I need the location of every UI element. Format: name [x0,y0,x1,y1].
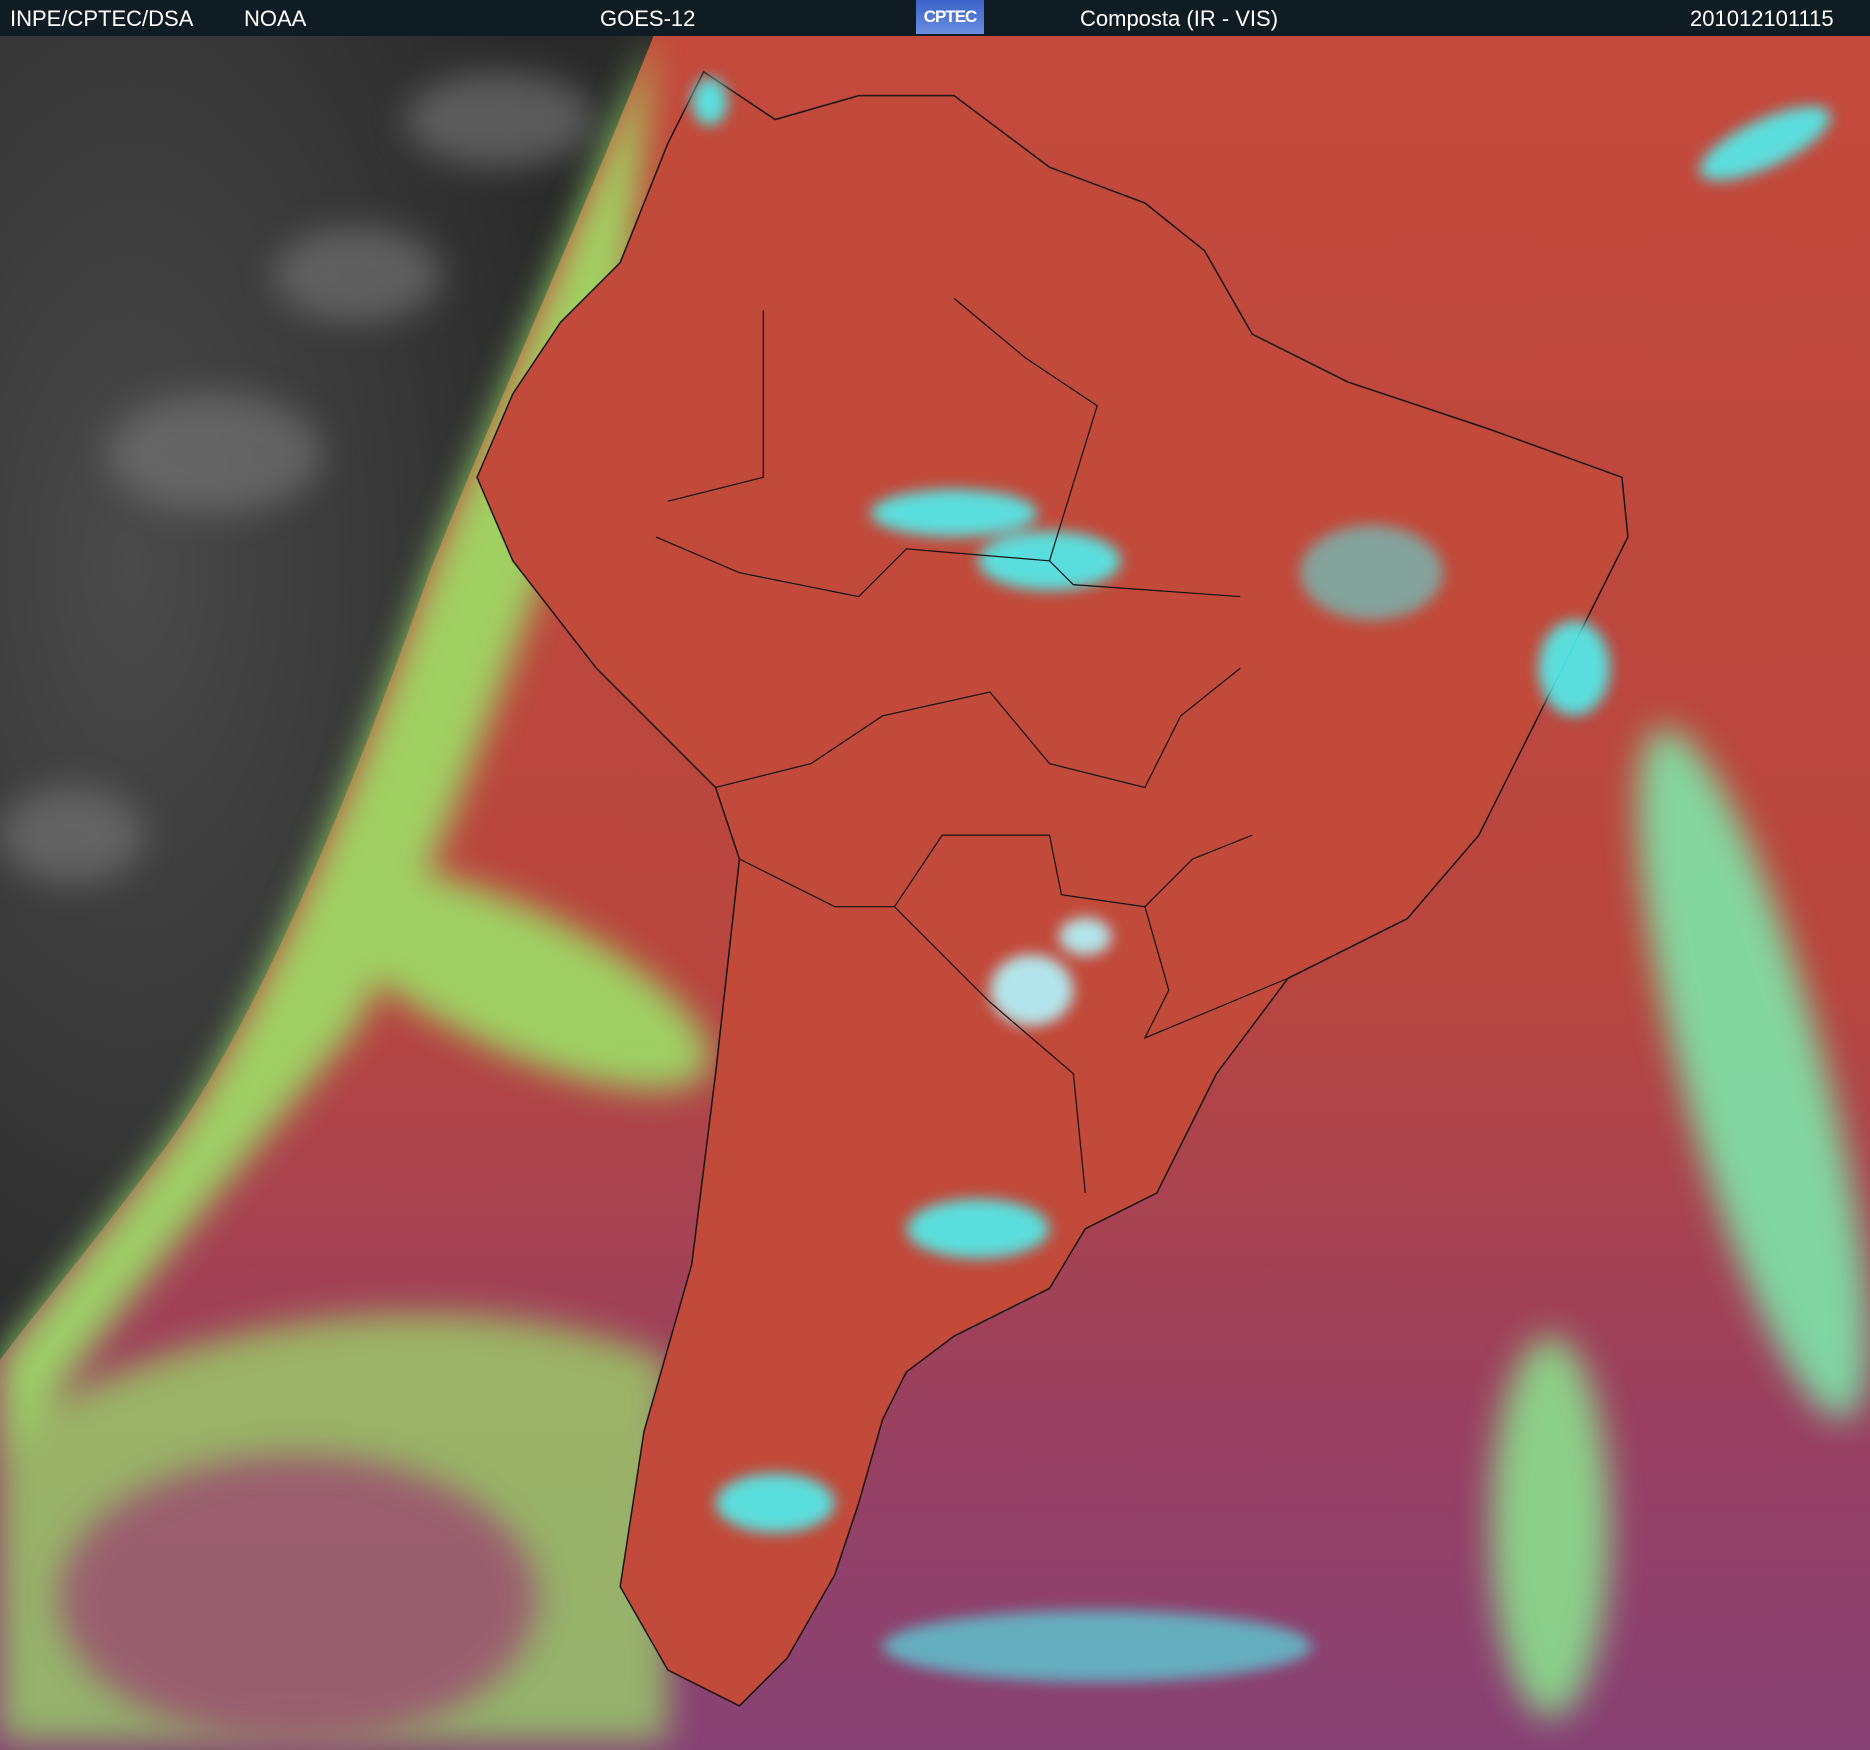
agency-label: INPE/CPTEC/DSA [10,6,194,31]
timestamp-label: 201012101115 [1690,6,1834,31]
satellite-label: GOES-12 [600,6,696,31]
satellite-composite-image [0,36,1870,1750]
cptec-logo: CPTEC [916,0,984,34]
purple-swirl [59,1455,537,1742]
product-label: Composta (IR - VIS) [1080,6,1279,31]
image-header: INPE/CPTEC/DSA NOAA GOES-12 CPTEC Compos… [0,0,1870,36]
source-label: NOAA [244,6,307,31]
